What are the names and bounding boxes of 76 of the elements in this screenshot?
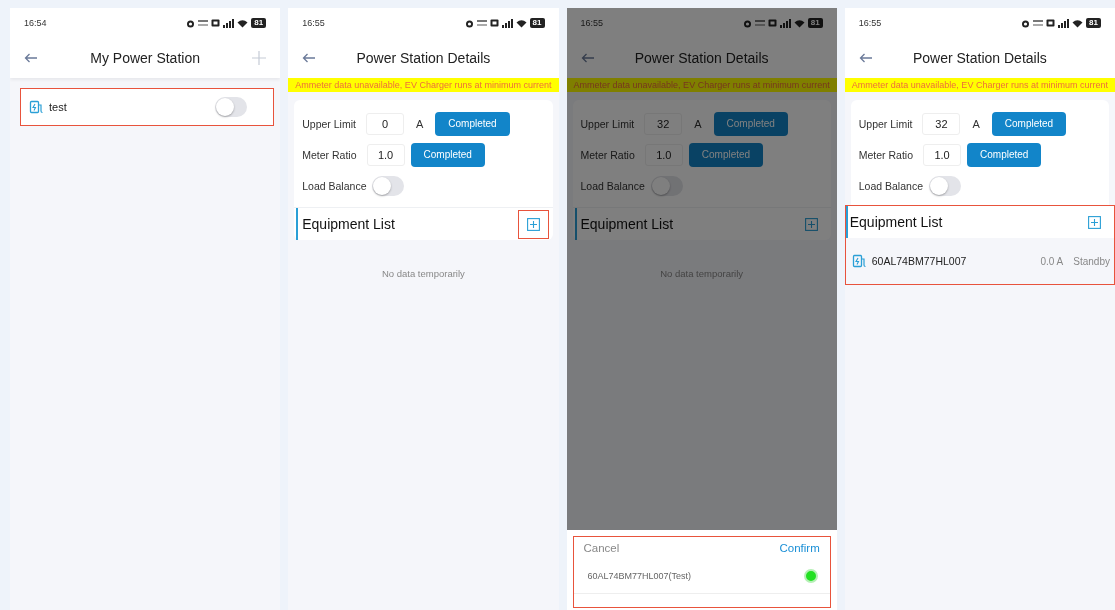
warning-banner: Ammeter data unavailable, EV Charger runs at minimum current [844, 78, 1115, 92]
field-label: Upper Limit [580, 117, 635, 130]
unit-label: A [694, 117, 702, 130]
toggle-switch[interactable] [215, 97, 248, 117]
current-reading: 0.0 A [1040, 255, 1064, 267]
page-title: Power Station Details [911, 50, 1048, 66]
field-label: Load Balance [580, 179, 645, 192]
page-title: Power Station Details [633, 50, 770, 66]
unit-label: A [972, 117, 980, 130]
device-option[interactable]: 60AL74BM77HL007(Test) [573, 559, 830, 594]
field-label: Meter Ratio [580, 148, 635, 161]
back-arrow-icon[interactable] [858, 53, 873, 63]
battery-level: 81 [251, 18, 267, 28]
battery-level: 81 [529, 18, 545, 28]
cellular-signal-icon [779, 18, 791, 28]
page-title: Power Station Details [355, 50, 492, 66]
device-status: Standby [1073, 255, 1110, 267]
wifi-icon [793, 18, 805, 28]
completed-button[interactable]: Completed [410, 142, 485, 167]
cellular-signal-icon [1058, 18, 1070, 28]
status-time: 16:55 [580, 18, 604, 28]
status-time: 16:55 [302, 18, 325, 28]
input-field[interactable]: 1.0 [644, 143, 683, 166]
completed-button[interactable]: Completed [713, 111, 788, 136]
wifi-icon [237, 18, 249, 28]
warning-banner: Ammeter data unavailable, EV Charger runs at minimum current [566, 78, 837, 92]
section-title: Equipment List [849, 214, 943, 230]
toggle-switch[interactable] [372, 175, 405, 196]
field-label: Load Balance [858, 179, 923, 192]
cellular-signal-icon [501, 18, 513, 28]
completed-button[interactable]: Completed [967, 142, 1042, 167]
charger-icon [851, 254, 866, 268]
completed-button[interactable]: Completed [991, 111, 1067, 136]
add-icon[interactable] [526, 217, 540, 231]
field-label: Meter Ratio [858, 148, 914, 161]
field-label: Upper Limit [858, 117, 913, 130]
unit-label: A [415, 117, 424, 130]
empty-message: No data temporarily [380, 268, 466, 279]
back-arrow-icon[interactable] [24, 53, 38, 63]
equipment-item[interactable]: 60AL74BM77HL007 0.0 A Standby [845, 238, 1114, 284]
back-arrow-icon[interactable] [302, 53, 317, 63]
option-label: 60AL74BM77HL007(Test) [587, 571, 692, 581]
completed-button[interactable]: Completed [435, 111, 510, 136]
back-arrow-icon[interactable] [580, 53, 595, 63]
battery-level: 81 [807, 18, 823, 28]
field-label: Load Balance [302, 179, 367, 192]
section-title: Equipment List [302, 216, 395, 232]
battery-level: 81 [1086, 18, 1101, 28]
status-time: 16:55 [858, 18, 882, 28]
add-icon[interactable] [252, 51, 267, 65]
toggle-switch[interactable] [929, 175, 961, 196]
confirm-button[interactable]: Confirm [779, 542, 820, 554]
page-title: My Power Station [89, 50, 201, 66]
status-time: 16:54 [24, 18, 47, 28]
input-field[interactable]: 32 [644, 112, 683, 135]
radio-button[interactable] [803, 569, 818, 583]
field-label: Meter Ratio [302, 148, 357, 161]
wifi-icon [515, 18, 527, 28]
input-field[interactable]: 0 [365, 112, 404, 135]
cellular-signal-icon [223, 18, 235, 28]
warning-banner: Ammeter data unavailable, EV Charger runs at minimum current [288, 78, 559, 92]
completed-button[interactable]: Completed [688, 142, 764, 167]
cancel-button[interactable]: Cancel [583, 542, 620, 554]
add-icon[interactable] [1088, 215, 1101, 229]
device-id: 60AL74BM77HL007 [871, 255, 968, 267]
field-label: Upper Limit [302, 117, 356, 130]
section-title: Equipment List [580, 216, 674, 232]
input-field[interactable]: 32 [922, 112, 961, 135]
input-field[interactable]: 1.0 [923, 143, 962, 166]
station-item[interactable]: test [20, 88, 275, 126]
add-icon[interactable] [804, 217, 818, 231]
input-field[interactable]: 1.0 [366, 143, 405, 166]
wifi-icon [1072, 18, 1084, 28]
station-name: test [49, 101, 68, 113]
toggle-switch[interactable] [650, 175, 683, 196]
charger-icon [29, 100, 43, 114]
